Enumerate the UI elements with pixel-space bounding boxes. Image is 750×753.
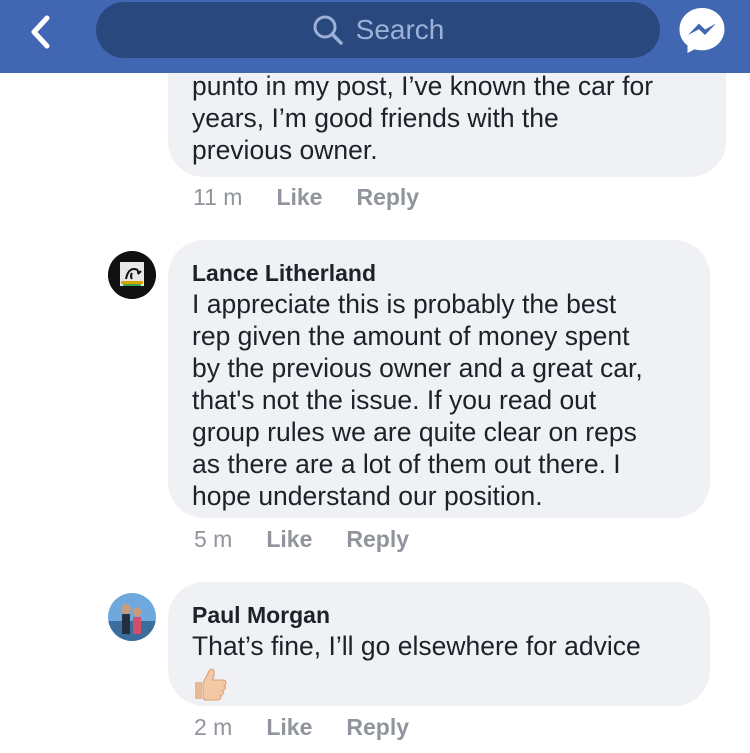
search-icon: [313, 15, 343, 45]
comment-text: That’s fine, I’ll go elsewhere for advic…: [192, 631, 641, 661]
comment-actions: 2 m Like Reply: [194, 712, 409, 742]
reply-button[interactable]: Reply: [346, 712, 409, 742]
like-button[interactable]: Like: [266, 524, 312, 554]
avatar[interactable]: [108, 251, 156, 299]
avatar[interactable]: [108, 593, 156, 641]
search-placeholder: Search: [355, 14, 445, 45]
comment-actions: 11 m Like Reply: [193, 182, 419, 212]
comment-timestamp: 11 m: [193, 184, 243, 210]
back-button[interactable]: [20, 10, 60, 54]
scorpion-logo-icon: [108, 251, 156, 299]
messenger-icon: [679, 8, 725, 53]
comment-author[interactable]: Paul Morgan: [192, 600, 688, 630]
comment-author[interactable]: Lance Litherland: [192, 258, 688, 288]
reply-button[interactable]: Reply: [356, 182, 419, 212]
reply-button[interactable]: Reply: [346, 524, 409, 554]
comment-bubble: Lance Litherland I appreciate this is pr…: [168, 240, 710, 518]
comment-text: I appreciate this is probably the best r…: [192, 289, 643, 511]
thumbs-up-emoji-icon: [195, 668, 227, 701]
comment-bubble: Paul Morgan That’s fine, I’ll go elsewhe…: [168, 582, 710, 706]
profile-photo-icon: [108, 593, 156, 641]
like-button[interactable]: Like: [266, 712, 312, 742]
comment-text: punto in my post, I’ve known the car for…: [192, 71, 654, 165]
comment-timestamp: 2 m: [194, 714, 233, 740]
top-navigation-bar: Search: [0, 0, 750, 73]
comment-actions: 5 m Like Reply: [194, 524, 409, 554]
like-button[interactable]: Like: [276, 182, 322, 212]
search-input[interactable]: Search: [96, 2, 660, 58]
messenger-button[interactable]: [677, 5, 727, 55]
comment-timestamp: 5 m: [194, 526, 233, 552]
back-arrow-icon: [31, 15, 50, 49]
